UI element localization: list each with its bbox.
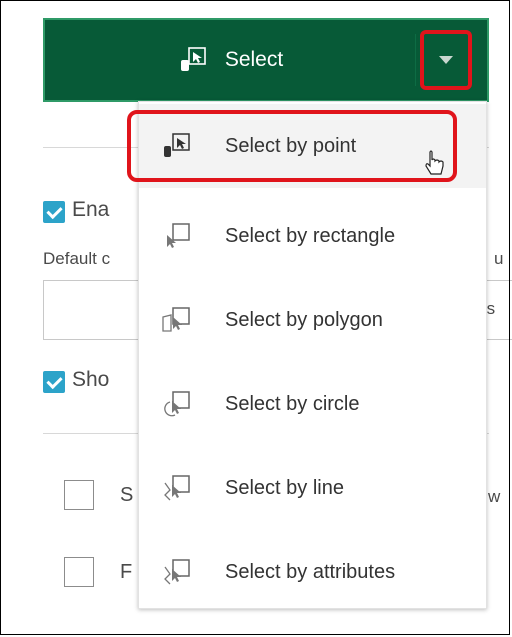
screenshot-frame	[0, 0, 510, 635]
select-widget-panel: Select Ena Default c u rs Sho S w F Sele…	[0, 0, 512, 637]
